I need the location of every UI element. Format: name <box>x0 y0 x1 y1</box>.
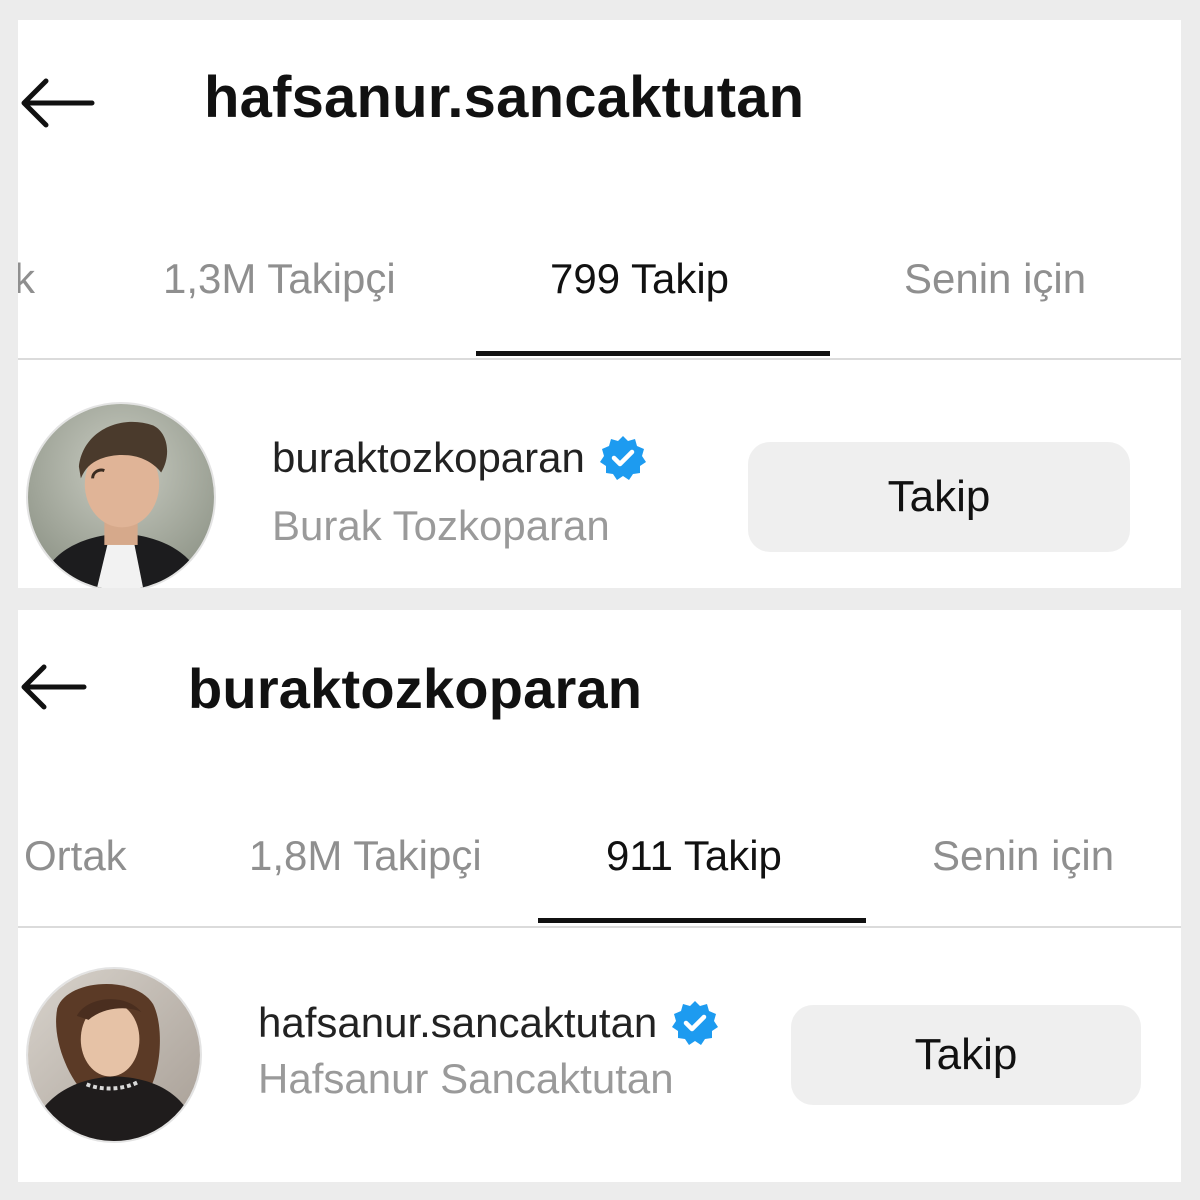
tab-for-you[interactable]: Senin için <box>904 255 1086 303</box>
profile-tabs: k 1,3M Takipçi 799 Takip Senin için <box>18 245 1181 360</box>
avatar[interactable] <box>26 402 216 588</box>
active-tab-indicator <box>538 918 866 923</box>
profile-tabs: Ortak 1,8M Takipçi 911 Takip Senin için <box>18 820 1181 928</box>
top-bar: buraktozkoparan <box>18 610 1181 770</box>
active-tab-indicator <box>476 351 830 356</box>
tab-for-you[interactable]: Senin için <box>932 832 1114 880</box>
list-item[interactable]: buraktozkoparan Burak Tozkoparan Takip <box>18 400 1181 588</box>
verified-badge-icon <box>599 436 646 480</box>
tabs-divider <box>18 926 1181 928</box>
list-item[interactable]: hafsanur.sancaktutan Hafsanur Sancaktuta… <box>18 965 1181 1145</box>
page-title: hafsanur.sancaktutan <box>204 65 805 130</box>
follow-button[interactable]: Takip <box>748 442 1130 552</box>
tab-mutual[interactable]: k <box>18 255 35 303</box>
arrow-left-icon[interactable] <box>18 78 96 128</box>
username[interactable]: hafsanur.sancaktutan <box>258 999 657 1047</box>
page-title: buraktozkoparan <box>188 657 643 720</box>
tab-following[interactable]: 799 Takip <box>550 255 729 303</box>
username-line: hafsanur.sancaktutan <box>258 999 719 1047</box>
avatar[interactable] <box>26 967 202 1143</box>
full-name: Burak Tozkoparan <box>272 502 610 549</box>
tab-followers[interactable]: 1,3M Takipçi <box>163 255 396 303</box>
follow-button[interactable]: Takip <box>791 1005 1141 1105</box>
tabs-divider <box>18 358 1181 360</box>
tab-followers[interactable]: 1,8M Takipçi <box>249 832 482 880</box>
tab-mutual[interactable]: Ortak <box>24 832 127 880</box>
verified-badge-icon <box>672 1001 719 1045</box>
full-name: Hafsanur Sancaktutan <box>258 1055 674 1102</box>
profile-following-panel-2: buraktozkoparan Ortak 1,8M Takipçi 911 T… <box>18 610 1181 1182</box>
top-bar: hafsanur.sancaktutan <box>18 20 1181 180</box>
username-line: buraktozkoparan <box>272 434 647 482</box>
profile-following-panel-1: hafsanur.sancaktutan k 1,3M Takipçi 799 … <box>18 20 1181 588</box>
arrow-left-icon[interactable] <box>18 664 88 710</box>
tab-following[interactable]: 911 Takip <box>606 832 782 880</box>
username[interactable]: buraktozkoparan <box>272 434 585 482</box>
